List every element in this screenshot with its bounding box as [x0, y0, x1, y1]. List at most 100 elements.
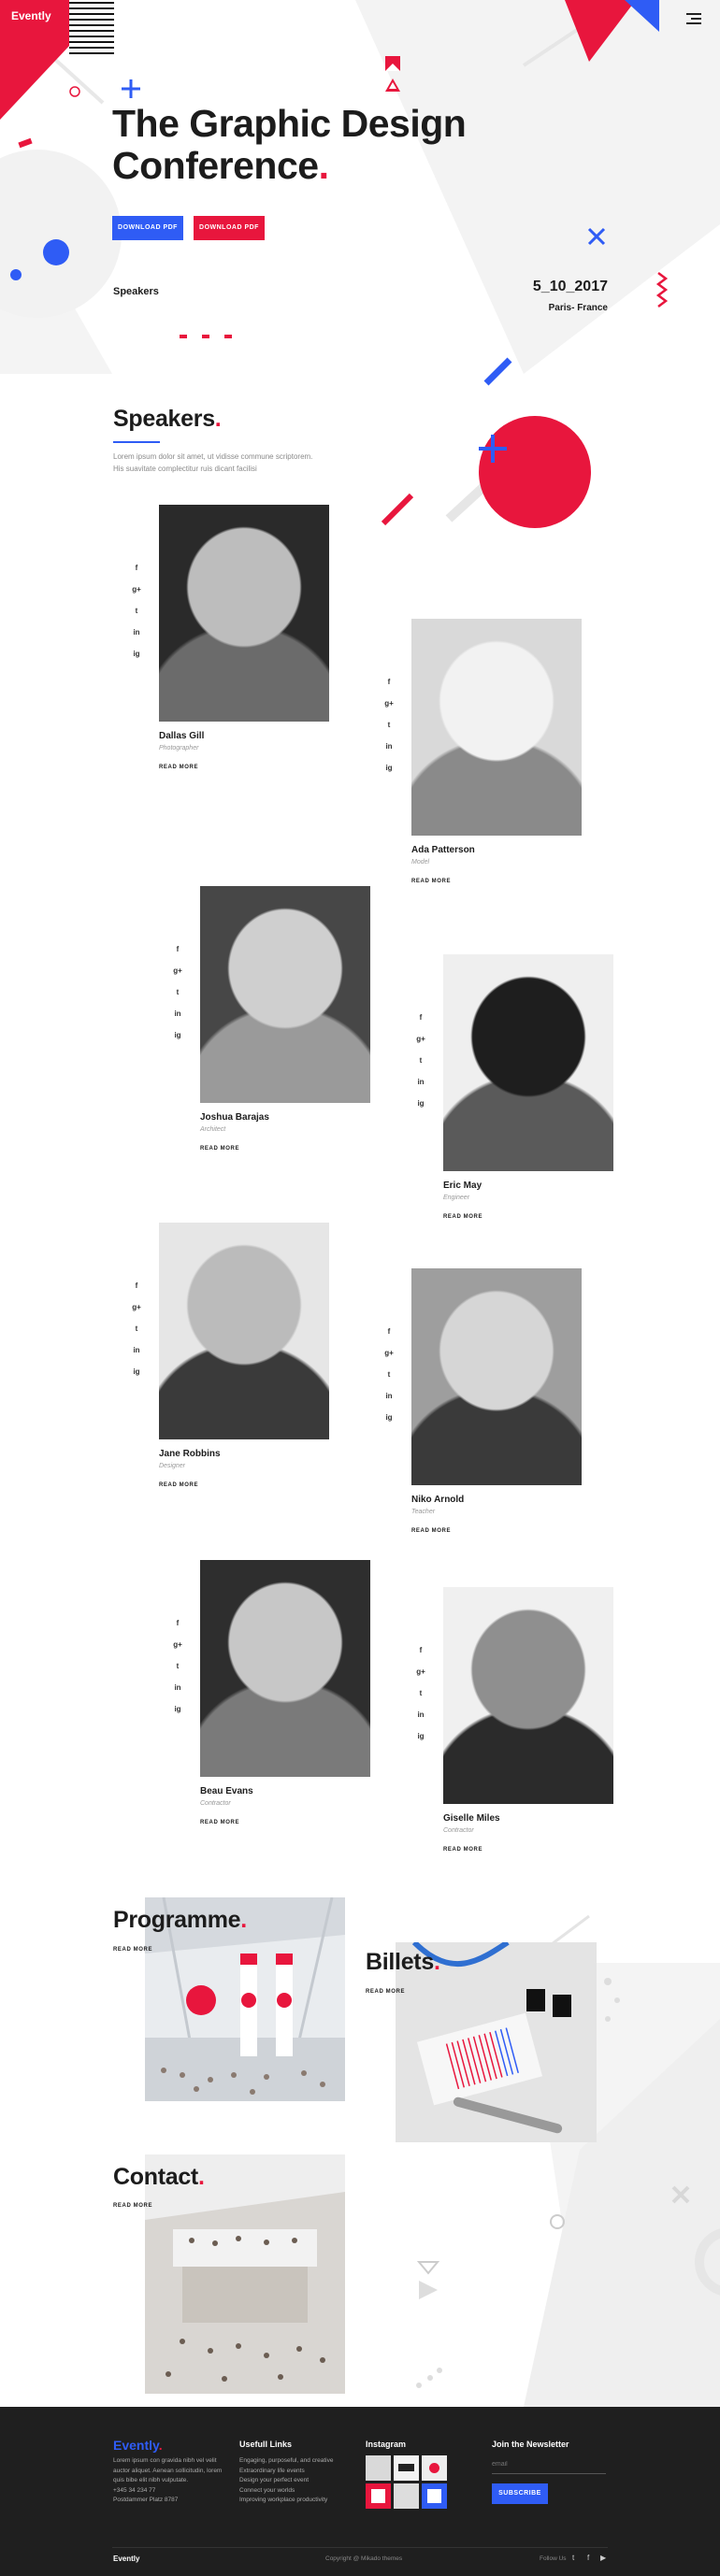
speaker-card[interactable]: f g+ t in ig Eric May Engineer READ MORE	[415, 954, 658, 1235]
twitter-icon[interactable]: t	[572, 2554, 574, 2562]
google-plus-icon[interactable]: g+	[172, 1640, 183, 1662]
subscribe-button[interactable]: SUBSCRIBE	[492, 2483, 548, 2504]
speaker-read-more[interactable]: READ MORE	[159, 765, 198, 770]
google-plus-icon[interactable]: g+	[383, 1349, 395, 1370]
footer-link[interactable]: Connect your worlds	[239, 2486, 361, 2497]
speaker-photo[interactable]	[443, 1587, 613, 1804]
facebook-icon[interactable]: f	[383, 1327, 395, 1349]
youtube-icon[interactable]: ▶	[600, 2554, 606, 2562]
billets-read-more[interactable]: READ MORE	[366, 1989, 405, 1995]
speaker-read-more[interactable]: READ MORE	[159, 1482, 198, 1488]
linkedin-icon[interactable]: in	[383, 1392, 395, 1413]
hero-speakers-link[interactable]: Speakers	[113, 286, 159, 297]
speaker-read-more[interactable]: READ MORE	[443, 1847, 482, 1853]
footer-link[interactable]: Improving workplace productivity	[239, 2496, 361, 2506]
speaker-card[interactable]: f g+ t in ig Niko Arnold Teacher READ MORE	[383, 1268, 626, 1549]
menu-icon[interactable]	[686, 13, 701, 24]
google-plus-icon[interactable]: g+	[172, 966, 183, 988]
programme-read-more[interactable]: READ MORE	[113, 1947, 152, 1953]
google-plus-icon[interactable]: g+	[131, 585, 142, 607]
instagram-thumb[interactable]	[422, 2483, 447, 2509]
linkedin-icon[interactable]: in	[415, 1078, 426, 1099]
twitter-icon[interactable]: t	[415, 1689, 426, 1710]
stripes-decoration	[69, 0, 114, 54]
linkedin-icon[interactable]: in	[172, 1009, 183, 1031]
twitter-icon[interactable]: t	[383, 1370, 395, 1392]
speaker-read-more[interactable]: READ MORE	[200, 1146, 239, 1152]
speaker-photo[interactable]	[411, 619, 582, 836]
instagram-icon[interactable]: ig	[131, 650, 142, 671]
instagram-icon[interactable]: ig	[415, 1732, 426, 1753]
google-plus-icon[interactable]: g+	[383, 699, 395, 721]
speaker-read-more[interactable]: READ MORE	[200, 1820, 239, 1825]
twitter-icon[interactable]: t	[131, 607, 142, 628]
footer-link[interactable]: Design your perfect event	[239, 2476, 361, 2486]
speaker-photo[interactable]	[200, 886, 370, 1103]
twitter-icon[interactable]: t	[415, 1056, 426, 1078]
instagram-icon[interactable]: ig	[383, 764, 395, 785]
facebook-icon[interactable]: f	[131, 564, 142, 585]
linkedin-icon[interactable]: in	[131, 628, 142, 650]
speaker-photo[interactable]	[411, 1268, 582, 1485]
speaker-card[interactable]: f g+ t in ig Giselle Miles Contractor READ MORE	[415, 1587, 658, 1868]
instagram-icon[interactable]: ig	[415, 1099, 426, 1121]
newsletter-email-input[interactable]	[492, 2455, 606, 2474]
twitter-icon[interactable]: t	[131, 1324, 142, 1346]
download-pdf-button-secondary[interactable]: DOWNLOAD PDF	[194, 216, 265, 240]
footer-bottom-brand[interactable]: Evently	[113, 2555, 139, 2563]
facebook-icon[interactable]: f	[415, 1013, 426, 1035]
instagram-thumb[interactable]	[366, 2483, 391, 2509]
speaker-photo[interactable]	[159, 505, 329, 722]
instagram-icon[interactable]: ig	[383, 1413, 395, 1435]
twitter-icon[interactable]: t	[383, 721, 395, 742]
contact-read-more[interactable]: READ MORE	[113, 2203, 152, 2209]
logo[interactable]: Evently	[11, 9, 51, 22]
footer-logo[interactable]: Evently.	[113, 2438, 163, 2453]
twitter-icon[interactable]: t	[172, 988, 183, 1009]
footer-link[interactable]: Engaging, purposeful, and creative	[239, 2456, 361, 2467]
footer-phone: +345 34 234 77	[113, 2486, 156, 2494]
facebook-icon[interactable]: f	[383, 678, 395, 699]
instagram-thumb[interactable]	[422, 2455, 447, 2481]
speaker-name: Eric May	[443, 1181, 482, 1191]
instagram-icon[interactable]: ig	[131, 1367, 142, 1389]
hero-title-line2: Conference	[112, 144, 319, 187]
instagram-thumb[interactable]	[394, 2483, 419, 2509]
google-plus-icon[interactable]: g+	[415, 1035, 426, 1056]
speaker-role: Architect	[200, 1126, 226, 1133]
speaker-read-more[interactable]: READ MORE	[443, 1214, 482, 1220]
instagram-icon[interactable]: ig	[172, 1705, 183, 1726]
speaker-name: Niko Arnold	[411, 1495, 465, 1505]
linkedin-icon[interactable]: in	[131, 1346, 142, 1367]
facebook-icon[interactable]: f	[172, 1619, 183, 1640]
copyright: Copyright @ Mikado themes	[325, 2555, 403, 2562]
facebook-icon[interactable]: f	[172, 945, 183, 966]
speaker-photo[interactable]	[443, 954, 613, 1171]
linkedin-icon[interactable]: in	[172, 1683, 183, 1705]
facebook-icon[interactable]: f	[415, 1646, 426, 1667]
twitter-icon[interactable]: t	[172, 1662, 183, 1683]
speaker-photo[interactable]	[200, 1560, 370, 1777]
instagram-thumb[interactable]	[394, 2455, 419, 2481]
footer: Evently. Lorem ipsum con gravida nibh ve…	[0, 2407, 720, 2576]
speaker-read-more[interactable]: READ MORE	[411, 1528, 451, 1534]
footer-links: Engaging, purposeful, and creative Extra…	[239, 2456, 361, 2506]
speakers-title-text: Speakers	[113, 406, 215, 432]
linkedin-icon[interactable]: in	[383, 742, 395, 764]
download-pdf-button[interactable]: DOWNLOAD PDF	[112, 216, 183, 240]
footer-link[interactable]: Extraordinary life events	[239, 2467, 361, 2477]
facebook-icon[interactable]: f	[131, 1281, 142, 1303]
speaker-card[interactable]: f g+ t in ig Ada Patterson Model READ MORE	[383, 619, 626, 899]
google-plus-icon[interactable]: g+	[131, 1303, 142, 1324]
linkedin-icon[interactable]: in	[415, 1710, 426, 1732]
instagram-icon[interactable]: ig	[172, 1031, 183, 1052]
facebook-icon[interactable]: f	[587, 2554, 589, 2562]
speaker-card[interactable]: f g+ t in ig Dallas Gill Photographer READ MORE	[131, 505, 374, 785]
google-plus-icon[interactable]: g+	[415, 1667, 426, 1689]
speaker-read-more[interactable]: READ MORE	[411, 879, 451, 884]
instagram-thumb[interactable]	[366, 2455, 391, 2481]
speaker-card[interactable]: f g+ t in ig Beau Evans Contractor READ MORE	[172, 1560, 415, 1840]
speaker-photo[interactable]	[159, 1223, 329, 1439]
speaker-card[interactable]: f g+ t in ig Jane Robbins Designer READ MORE	[131, 1223, 374, 1503]
speaker-card[interactable]: f g+ t in ig Joshua Barajas Architect READ MORE	[172, 886, 415, 1166]
